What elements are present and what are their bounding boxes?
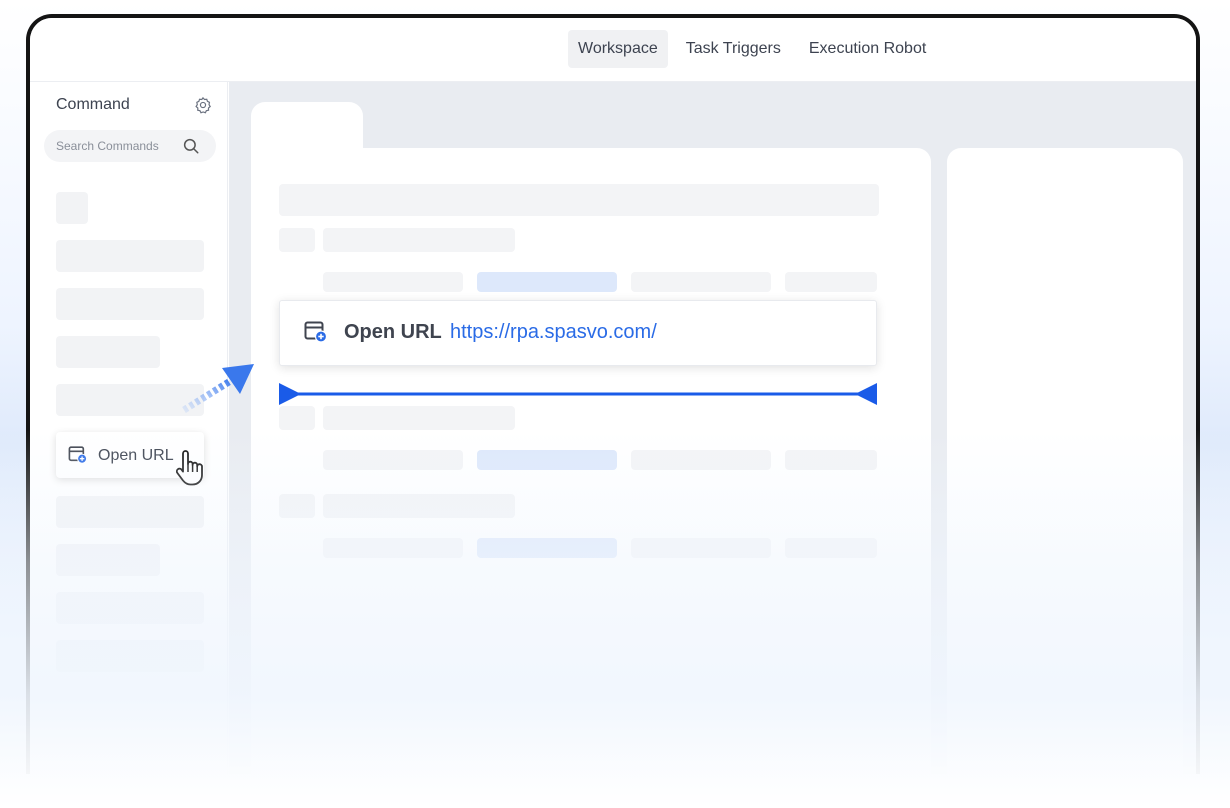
panel-skeleton <box>785 538 877 558</box>
drop-insertion-indicator <box>279 383 877 405</box>
panel-skeleton <box>477 538 617 558</box>
gear-icon[interactable] <box>194 96 212 114</box>
top-navigation-bar: Workspace Task Triggers Execution Robot <box>30 18 1196 82</box>
properties-panel <box>947 148 1183 774</box>
nav-task-triggers[interactable]: Task Triggers <box>676 30 791 68</box>
browser-plus-icon <box>304 321 328 343</box>
main-nav: Workspace Task Triggers Execution Robot <box>568 30 936 68</box>
sidebar-skeleton <box>56 336 160 368</box>
panel-skeleton <box>323 538 463 558</box>
sidebar-skeleton <box>56 192 88 224</box>
panel-skeleton <box>785 272 877 292</box>
sidebar-command-label: Open URL <box>98 447 174 464</box>
command-card-open-url[interactable]: Open URL https://rpa.spasvo.com/ <box>279 300 877 366</box>
panel-skeleton <box>323 406 515 430</box>
panel-skeleton <box>785 450 877 470</box>
sidebar-skeleton <box>56 240 204 272</box>
sidebar-title: Command <box>56 96 130 113</box>
panel-skeleton <box>279 228 315 252</box>
command-sidebar: Command Open URL <box>30 82 228 774</box>
nav-workspace[interactable]: Workspace <box>568 30 668 68</box>
panel-skeleton <box>279 406 315 430</box>
flow-editor-panel: Open URL https://rpa.spasvo.com/ <box>251 148 931 774</box>
panel-skeleton <box>631 450 771 470</box>
panel-skeleton <box>279 494 315 518</box>
command-card-url[interactable]: https://rpa.spasvo.com/ <box>450 321 657 344</box>
workspace-canvas: Open URL https://rpa.spasvo.com/ <box>229 82 1196 774</box>
sidebar-skeleton <box>56 544 160 576</box>
browser-plus-icon <box>68 446 88 464</box>
panel-skeleton <box>279 184 879 216</box>
panel-skeleton <box>631 538 771 558</box>
panel-skeleton <box>323 228 515 252</box>
drag-direction-arrow-icon <box>182 364 254 413</box>
panel-skeleton <box>477 450 617 470</box>
sidebar-skeleton <box>56 640 204 672</box>
panel-skeleton <box>477 272 617 292</box>
panel-skeleton <box>323 450 463 470</box>
command-card-label: Open URL <box>344 321 442 343</box>
sidebar-command-open-url[interactable]: Open URL <box>56 432 204 486</box>
sidebar-skeleton <box>56 592 204 624</box>
panel-skeleton <box>323 494 515 518</box>
sidebar-skeleton <box>56 496 204 528</box>
nav-execution-robot[interactable]: Execution Robot <box>799 30 936 68</box>
panel-skeleton <box>631 272 771 292</box>
panel-skeleton <box>323 272 463 292</box>
search-icon[interactable] <box>182 137 200 155</box>
sidebar-skeleton <box>56 288 204 320</box>
hand-pointer-icon <box>175 450 203 486</box>
